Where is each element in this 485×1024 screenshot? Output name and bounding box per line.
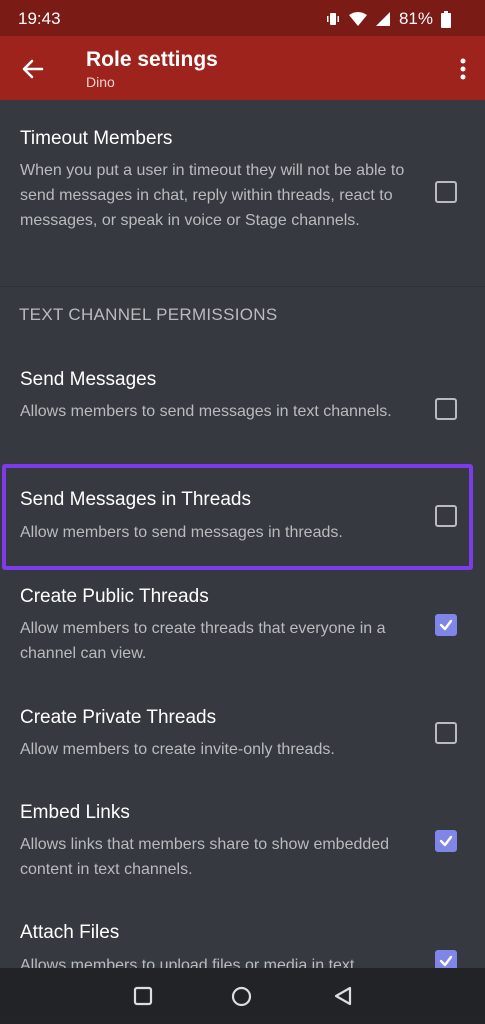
section-header: TEXT CHANNEL PERMISSIONS: [19, 305, 278, 324]
status-bar: 19:43 81%: [0, 0, 485, 36]
permission-checkbox[interactable]: [435, 398, 457, 420]
system-navigation-bar: [0, 968, 485, 1024]
vibrate-icon: [325, 11, 341, 27]
divider: [0, 286, 485, 287]
permission-name: Timeout Members: [20, 128, 173, 149]
battery-icon: [441, 10, 451, 28]
page-title: Role settings: [86, 48, 218, 71]
checkmark-icon: [439, 955, 453, 967]
permission-create-private-threads[interactable]: Create Private Threads Allow members to …: [0, 692, 485, 782]
permission-name: Create Public Threads: [20, 586, 209, 607]
checkmark-icon: [439, 619, 453, 631]
permission-create-public-threads[interactable]: Create Public Threads Allow members to c…: [0, 570, 485, 680]
permission-attach-files[interactable]: Attach Files Allows members to upload fi…: [0, 910, 485, 968]
permissions-list: Timeout Members When you put a user in t…: [0, 100, 485, 968]
checkmark-icon: [439, 835, 453, 847]
permission-checkbox[interactable]: [435, 614, 457, 636]
permission-checkbox[interactable]: [435, 830, 457, 852]
signal-icon: [375, 11, 391, 27]
permission-description: Allow members to create threads that eve…: [20, 620, 386, 662]
permission-name: Attach Files: [20, 922, 120, 943]
permission-checkbox[interactable]: [435, 950, 457, 968]
back-icon[interactable]: [333, 986, 353, 1011]
permission-description: Allow members to create invite-only thre…: [20, 741, 335, 758]
permission-description: Allows links that members share to show …: [20, 836, 390, 878]
status-time: 19:43: [18, 9, 61, 28]
permission-name: Create Private Threads: [20, 707, 217, 728]
permission-description: When you put a user in timeout they will…: [20, 162, 405, 229]
permission-embed-links[interactable]: Embed Links Allows links that members sh…: [0, 788, 485, 898]
permission-name: Embed Links: [20, 802, 130, 823]
permission-name: Send Messages: [20, 369, 157, 390]
home-icon[interactable]: [231, 986, 252, 1012]
permission-description: Allows members to send messages in text …: [20, 403, 392, 420]
permission-description: Allows members to upload files or media …: [20, 957, 355, 968]
permission-checkbox[interactable]: [435, 181, 457, 203]
permission-send-messages[interactable]: Send Messages Allows members to send mes…: [0, 352, 485, 462]
more-options-icon[interactable]: [459, 58, 467, 80]
page-subtitle: Dino: [86, 74, 115, 90]
permission-checkbox[interactable]: [435, 722, 457, 744]
permission-timeout-members[interactable]: Timeout Members When you put a user in t…: [0, 100, 485, 286]
recent-apps-icon[interactable]: [133, 986, 153, 1011]
back-arrow-icon[interactable]: [20, 56, 46, 82]
app-bar: Role settings Dino: [0, 36, 485, 100]
battery-percent: 81%: [398, 9, 433, 28]
highlight-box: [2, 464, 473, 570]
wifi-icon: [348, 11, 367, 27]
